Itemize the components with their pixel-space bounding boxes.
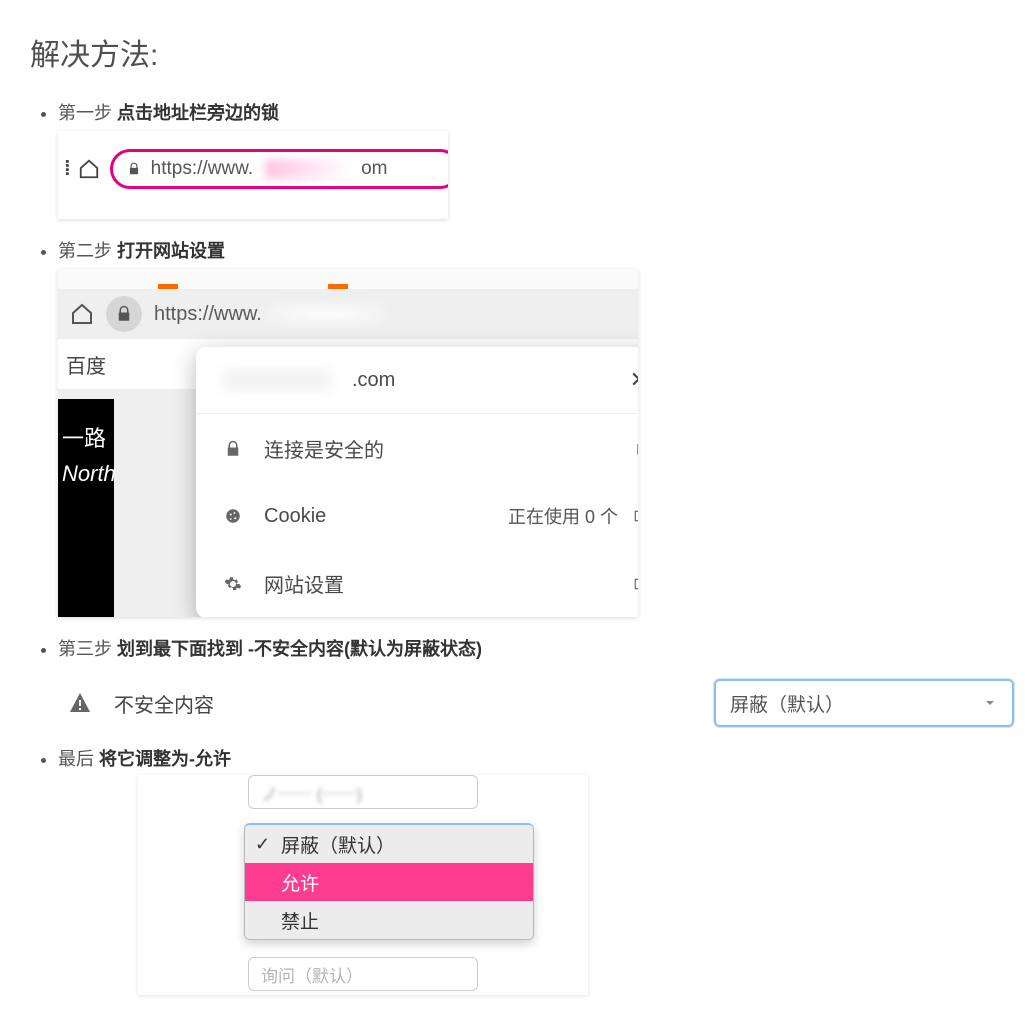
step-2: 第二步 打开网站设置 https://www. 百度 发工具 bbox=[58, 237, 995, 617]
site-info-popup: .com ✕ 连接是安全的 ▶ Cookie bbox=[196, 347, 638, 617]
page-background-fragment: 一路 North bbox=[58, 399, 114, 617]
step-3: 第三步 划到最下面找到 -不安全内容(默认为屏蔽状态) 不安全内容 屏蔽（默认） bbox=[58, 635, 995, 727]
step-1-screenshot: ⁞ https://www. om bbox=[58, 131, 448, 219]
option-deny[interactable]: 禁止 bbox=[245, 901, 533, 939]
home-icon bbox=[78, 159, 100, 179]
bookmark-link[interactable]: 百度 bbox=[66, 350, 106, 379]
step-3-bold: 划到最下面找到 -不安全内容(默认为屏蔽状态) bbox=[117, 639, 482, 659]
address-bar-highlighted[interactable]: https://www. om bbox=[110, 149, 448, 189]
external-link-icon bbox=[632, 508, 638, 524]
url-blurred bbox=[266, 303, 386, 325]
popup-site-settings-label: 网站设置 bbox=[264, 569, 344, 598]
step-2-screenshot: https://www. 百度 发工具 一路 North .com ✕ bbox=[58, 269, 638, 617]
partial-text: 询问（默认） bbox=[261, 962, 363, 987]
warning-icon bbox=[68, 691, 92, 715]
step-2-label: 第二步 bbox=[58, 241, 117, 261]
popup-secure-row[interactable]: 连接是安全的 ▶ bbox=[196, 414, 638, 483]
page-text-fragment: 一路 bbox=[62, 421, 110, 456]
step-4-label: 最后 bbox=[58, 749, 99, 769]
popup-site-settings-row[interactable]: 网站设置 bbox=[196, 549, 638, 617]
url-blurred bbox=[265, 159, 351, 179]
dropdown-menu: 屏蔽（默认） 允许 禁止 bbox=[244, 823, 534, 940]
menu-dots-icon: ⁞ bbox=[64, 158, 68, 181]
chevron-right-icon: ▶ bbox=[637, 440, 638, 457]
lock-icon bbox=[222, 440, 244, 458]
step-4-bold: 将它调整为-允许 bbox=[99, 749, 231, 769]
close-icon[interactable]: ✕ bbox=[630, 367, 638, 393]
gear-icon bbox=[222, 575, 244, 593]
lock-icon[interactable] bbox=[106, 296, 142, 332]
external-link-icon bbox=[632, 576, 638, 592]
page-text-fragment: North bbox=[62, 456, 110, 491]
option-block-default[interactable]: 屏蔽（默认） bbox=[245, 825, 533, 863]
domain-suffix: .com bbox=[352, 369, 395, 392]
home-icon[interactable] bbox=[70, 302, 94, 326]
step-1: 第一步 点击地址栏旁边的锁 ⁞ https://www. om bbox=[58, 99, 995, 219]
cookie-icon bbox=[222, 507, 244, 525]
insecure-content-setting-row: 不安全内容 屏蔽（默认） bbox=[58, 679, 1018, 727]
popup-cookie-status: 正在使用 0 个 bbox=[508, 503, 618, 529]
insecure-content-label: 不安全内容 bbox=[114, 689, 214, 718]
step-3-label: 第三步 bbox=[58, 639, 117, 659]
popup-cookie-label: Cookie bbox=[264, 505, 326, 528]
partial-select-below[interactable]: 询问（默认） bbox=[248, 957, 478, 991]
tab-indicator-icon bbox=[328, 284, 348, 289]
url-suffix: om bbox=[361, 158, 387, 180]
tab-indicator-icon bbox=[158, 284, 178, 289]
step-1-bold: 点击地址栏旁边的锁 bbox=[117, 103, 279, 123]
url-prefix: https://www. bbox=[151, 158, 253, 180]
url-prefix: https://www. bbox=[154, 303, 262, 326]
insecure-content-select[interactable]: 屏蔽（默认） bbox=[714, 679, 1014, 727]
popup-cookie-row[interactable]: Cookie 正在使用 0 个 bbox=[196, 483, 638, 549]
step-4-screenshot: ノ⋯⋯ (⋯⋯) 屏蔽（默认） 允许 禁止 询问（默认） bbox=[138, 775, 588, 995]
partial-select-above[interactable]: ノ⋯⋯ (⋯⋯) bbox=[248, 775, 478, 809]
option-allow[interactable]: 允许 bbox=[245, 863, 533, 901]
solution-heading: 解决方法: bbox=[30, 30, 995, 74]
popup-secure-label: 连接是安全的 bbox=[264, 434, 384, 463]
popup-domain-row: .com ✕ bbox=[196, 347, 638, 414]
lock-icon[interactable] bbox=[127, 162, 141, 176]
partial-text: ノ⋯⋯ (⋯⋯) bbox=[261, 780, 362, 805]
step-2-bold: 打开网站设置 bbox=[117, 241, 225, 261]
chevron-down-icon bbox=[982, 695, 998, 711]
domain-blurred bbox=[222, 369, 332, 391]
step-1-label: 第一步 bbox=[58, 103, 117, 123]
step-4: 最后 将它调整为-允许 ノ⋯⋯ (⋯⋯) 屏蔽（默认） 允许 禁止 询问（默认） bbox=[58, 745, 995, 995]
partial-toolbar-row bbox=[58, 191, 448, 213]
select-current-value: 屏蔽（默认） bbox=[730, 690, 844, 717]
